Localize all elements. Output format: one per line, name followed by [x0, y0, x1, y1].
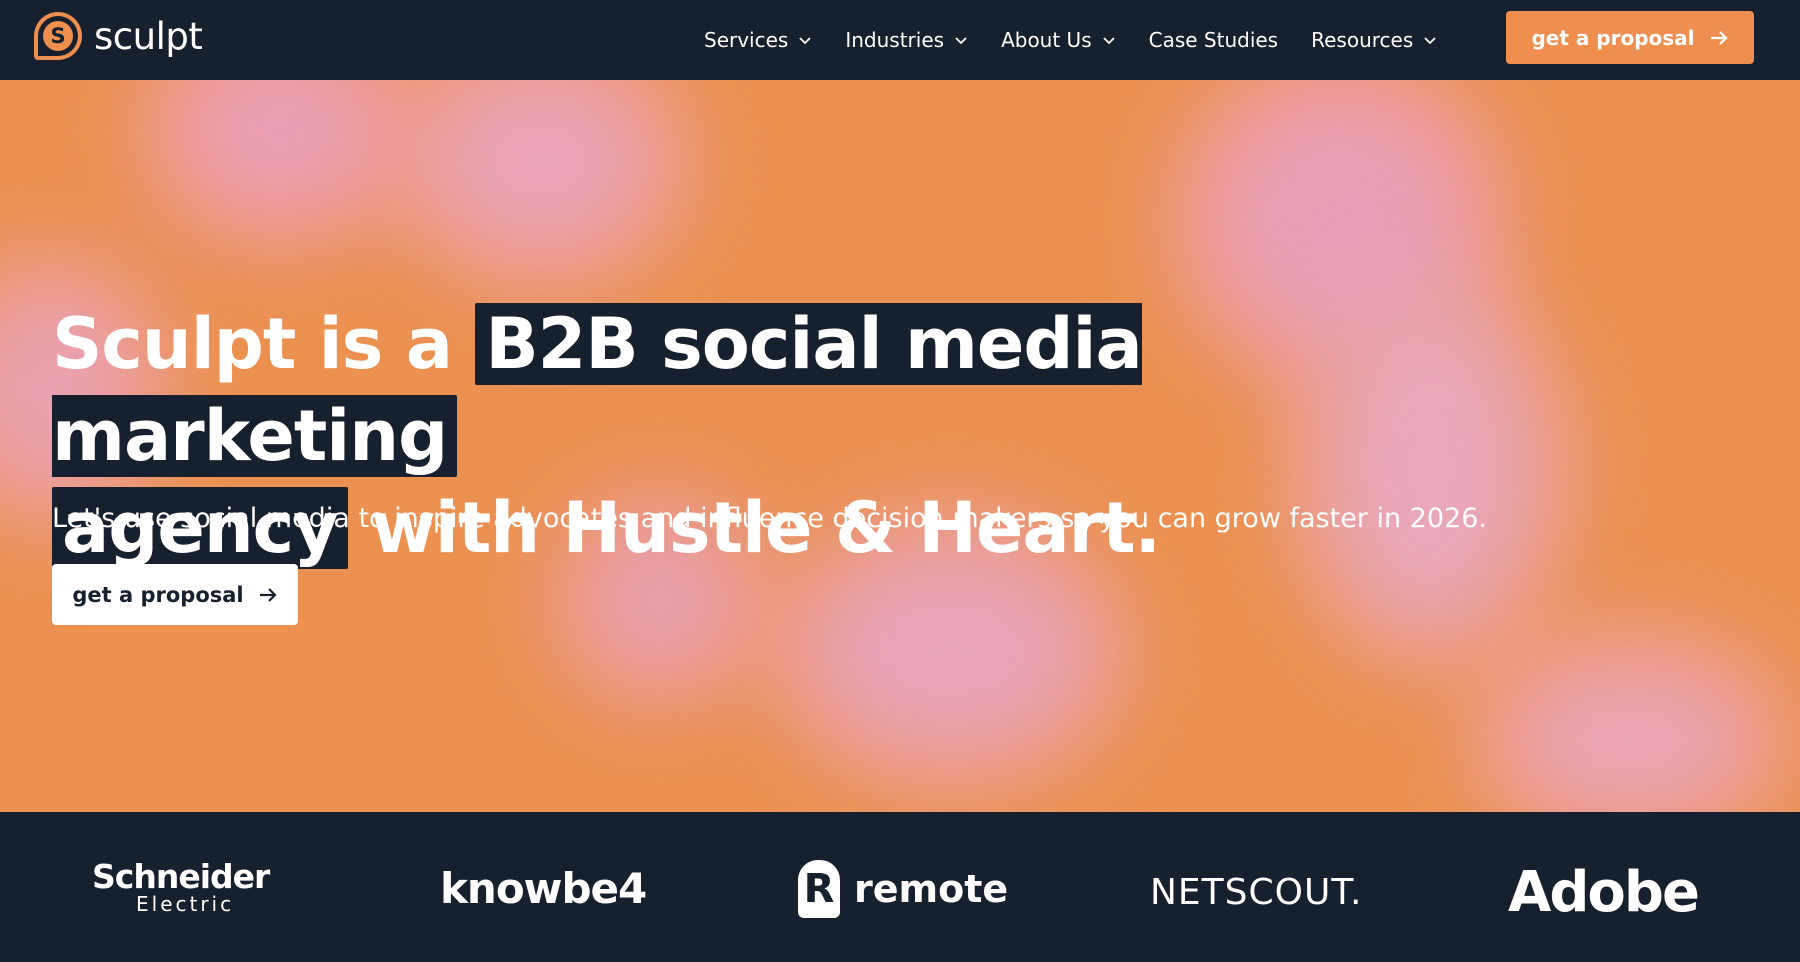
arrow-right-icon — [1710, 30, 1728, 45]
logo-wordmark: Schneider — [92, 857, 270, 896]
logo-wordmark: knowbe4 — [440, 864, 647, 913]
button-label: get a proposal — [1531, 25, 1695, 50]
hero-section: Sculpt is a B2B social media marketing ag… — [0, 80, 1800, 812]
chevron-down-icon — [799, 37, 811, 45]
hero-get-proposal-button[interactable]: get a proposal — [52, 564, 298, 625]
background-blob — [400, 80, 680, 280]
nav-item-resources[interactable]: Resources — [1311, 28, 1437, 52]
chevron-down-icon — [1102, 37, 1115, 45]
client-logos-strip: Schneider Electric knowbe4 R remote NETS… — [0, 812, 1800, 962]
nav-item-services[interactable]: Services — [704, 28, 812, 52]
get-proposal-button[interactable]: get a proposal — [1506, 11, 1754, 64]
nav-item-label: Case Studies — [1148, 28, 1279, 52]
schneider-electric-logo: Schneider Electric — [92, 857, 270, 916]
adobe-logo: Adobe — [1508, 860, 1700, 925]
logo-letter: S — [43, 21, 73, 51]
nav-item-label: Resources — [1311, 28, 1414, 52]
logo-wordmark: NETSCOUT. — [1150, 872, 1363, 913]
main-menu: Services Industries About Us Case Studie… — [704, 0, 1470, 80]
top-navigation: S sculpt Services Industries About Us Ca… — [0, 0, 1800, 80]
remote-mark-icon: R — [798, 860, 840, 918]
hero-subline: Let's use social media to inspire advoca… — [52, 503, 1487, 534]
background-blob — [1480, 640, 1780, 812]
button-label: get a proposal — [72, 582, 244, 607]
nav-item-label: About Us — [1001, 28, 1092, 52]
headline-text: Sculpt is a — [52, 303, 476, 385]
chevron-down-icon — [1424, 37, 1436, 45]
background-blob — [150, 80, 410, 240]
knowbe4-logo: knowbe4 — [440, 864, 647, 913]
logo-wordmark-sub: Electric — [136, 892, 235, 916]
arrow-right-icon — [259, 587, 277, 602]
nav-item-about-us[interactable]: About Us — [1001, 28, 1116, 52]
nav-item-case-studies[interactable]: Case Studies — [1149, 28, 1279, 52]
logo-wordmark: remote — [854, 867, 1009, 911]
nav-item-label: Services — [704, 28, 789, 52]
chevron-down-icon — [955, 37, 967, 45]
nav-item-industries[interactable]: Industries — [845, 28, 968, 52]
nav-item-label: Industries — [845, 28, 945, 52]
sculpt-logo-icon: S — [34, 12, 82, 60]
sculpt-logo[interactable]: S sculpt — [34, 12, 203, 60]
remote-logo: R remote — [798, 860, 1008, 918]
logo-text: sculpt — [94, 14, 203, 58]
netscout-logo: NETSCOUT. — [1150, 872, 1363, 913]
logo-wordmark: Adobe — [1508, 860, 1700, 925]
